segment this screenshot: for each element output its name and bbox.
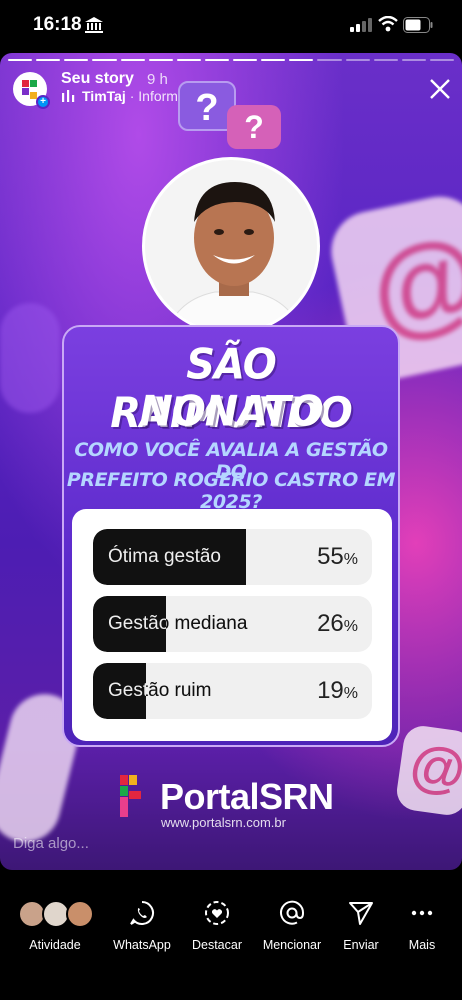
highlight-label: Destacar: [191, 938, 243, 952]
signal-icon: [350, 18, 372, 32]
poll-question-line2: PREFEITO ROGÉRIO CASTRO EM 2025?: [66, 469, 396, 513]
avatar: [66, 900, 94, 928]
story-username[interactable]: Seu story: [61, 70, 134, 88]
mayor-photo: [142, 157, 320, 335]
activity-button[interactable]: Atividade: [14, 900, 96, 952]
viewer-avatars: [16, 900, 94, 930]
whatsapp-label: WhatsApp: [113, 938, 171, 952]
portal-logo-icon: [120, 775, 141, 817]
poll-option-percent: 26%: [317, 610, 358, 637]
reply-input[interactable]: Diga algo...: [13, 835, 89, 852]
avatar[interactable]: +: [13, 72, 50, 109]
poll-option-percent: 19%: [317, 677, 358, 704]
bank-icon: [85, 17, 103, 33]
more-button[interactable]: Mais: [400, 900, 444, 952]
music-bars-icon: [62, 90, 75, 102]
poll-option[interactable]: Ótima gestão 55%: [93, 529, 372, 585]
brand-url: www.portalsrn.com.br: [161, 815, 286, 830]
add-story-icon[interactable]: +: [36, 95, 50, 109]
highlight-button[interactable]: Destacar: [186, 900, 248, 952]
story-actions-bar: Atividade WhatsApp Destacar Mencionar En…: [0, 900, 462, 970]
close-icon[interactable]: [428, 77, 452, 101]
story-viewer[interactable]: + Seu story 9 h TimTaj · Information › ?…: [0, 53, 462, 870]
poll-card: SÃO RAIMUNDO NONATO COMO VOCÊ AVALIA A G…: [62, 325, 400, 747]
poll-option-label: Gestão mediana: [108, 613, 248, 634]
headline-city-line2: NONATO: [139, 387, 323, 437]
poll-option-label: Ótima gestão: [108, 546, 221, 567]
poll-option-percent: 55%: [317, 543, 358, 570]
whatsapp-button[interactable]: WhatsApp: [108, 900, 176, 952]
wifi-icon: [378, 16, 398, 32]
send-icon: [349, 902, 373, 925]
poll-widget: Ótima gestão 55% Gestão mediana 26% Gest…: [72, 509, 392, 741]
send-button[interactable]: Enviar: [337, 900, 385, 952]
story-progress: [8, 59, 454, 61]
poll-option-label: Gestão ruim: [108, 680, 212, 701]
activity-label: Atividade: [29, 938, 81, 952]
decor-bubble: [0, 303, 60, 413]
whatsapp-icon: [130, 901, 154, 925]
mention-button[interactable]: Mencionar: [257, 900, 327, 952]
battery-icon: [403, 17, 433, 33]
mention-label: Mencionar: [262, 938, 322, 952]
poll-option[interactable]: Gestão ruim 19%: [93, 663, 372, 719]
music-artist: TimTaj: [82, 88, 126, 104]
story-age: 9 h: [147, 71, 168, 88]
status-time: 16:18: [33, 14, 82, 35]
question-mark-icon: ?: [227, 105, 281, 149]
brand-name: PortalSRN: [160, 776, 334, 817]
send-label: Enviar: [343, 938, 379, 952]
mention-icon: [280, 900, 305, 925]
at-sign-decor-icon: [394, 723, 462, 818]
highlight-icon: [205, 901, 229, 925]
status-bar: 16:18: [0, 0, 462, 50]
more-label: Mais: [408, 938, 436, 952]
more-icon: [411, 910, 433, 916]
poll-option[interactable]: Gestão mediana 26%: [93, 596, 372, 652]
